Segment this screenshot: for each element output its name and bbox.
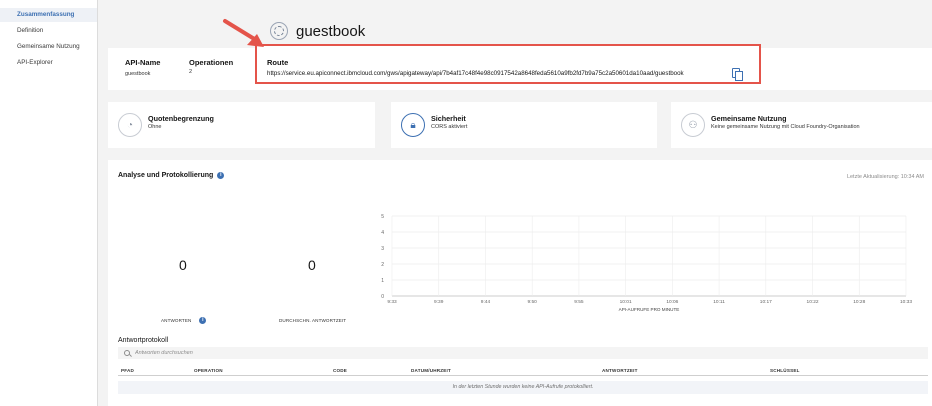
responses-label: ANTWORTEN [161,318,192,323]
x-tick-label: 10:17 [760,299,772,305]
log-empty-message: In der letzten Stunde wurden keine API-A… [118,381,928,394]
x-tick-label: 10:33 [900,299,912,305]
operations-label: Operationen [189,58,234,67]
lock-icon: 🔒︎ [401,113,425,137]
service-icon [270,22,288,40]
search-icon [124,350,130,356]
col-operation[interactable]: OPERATION [194,368,223,373]
x-tick-label: 9:33 [387,299,397,305]
analytics-title: Analyse und Protokollierung i [118,172,225,179]
x-tick-label: 10:11 [713,299,725,305]
last-update: Letzte Aktualisierung: 10:34 AM [846,174,924,180]
x-tick-label: 10:06 [666,299,678,305]
sidebar-item-zusammenfassung[interactable]: Zusammenfassung [17,11,74,18]
log-table-header: PFAD OPERATION CODE DATUM/UHRZEIT ANTWOR… [118,366,928,376]
y-tick-label: 2 [381,262,384,268]
copy-icon[interactable] [732,68,743,81]
api-name-label: API-Name [125,58,161,67]
api-calls-chart: 0 1 2 3 4 5 9:33 9:39 9:44 9:50 9:55 10:01 10:06 10:1… [381,214,912,312]
sidebar-item-gemeinsame-nutzung[interactable]: Gemeinsame Nutzung [17,43,80,50]
sharing-title: Gemeinsame Nutzung [711,114,787,123]
col-code[interactable]: CODE [333,368,347,373]
share-icon: ⚇ [681,113,705,137]
route-url: https://service.eu.apiconnect.ibmcloud.c… [267,70,684,77]
log-title: Antwortprotokoll [118,337,169,344]
route-highlight-box: Route https://service.eu.apiconnect.ibmc… [255,44,761,84]
quota-tile: ◔ Quotenbegrenzung Ohne [108,102,375,148]
y-tick-label: 4 [381,230,384,236]
log-search-input[interactable] [135,350,435,356]
y-tick-label: 5 [381,214,384,220]
log-search [118,347,928,359]
x-tick-label: 10:01 [620,299,632,305]
x-tick-label: 9:39 [434,299,444,305]
page-header: guestbook [270,22,365,40]
analytics-title-text: Analyse und Protokollierung [118,172,214,179]
sidebar-item-api-explorer[interactable]: API-Explorer [17,59,53,66]
y-tick-label: 0 [381,294,384,300]
x-tick-label: 9:55 [574,299,584,305]
avg-response-time-label: DURCHSCHN. ANTWORTZEIT [279,318,347,323]
sidebar: Zusammenfassung Definition Gemeinsame Nu… [0,0,98,406]
x-tick-label: 10:28 [853,299,865,305]
analytics-panel: Analyse und Protokollierung i Letzte Akt… [108,160,932,406]
x-axis-label: API-AUFRUFE PRO MINUTE [619,307,680,312]
y-tick-label: 1 [381,278,384,284]
sharing-value: Keine gemeinsame Nutzung mit Cloud Found… [711,124,860,130]
col-antwortzeit[interactable]: ANTWORTZEIT [602,368,638,373]
annotation-arrow-icon [223,19,264,47]
quota-icon: ◔ [118,113,142,137]
quota-title: Quotenbegrenzung [148,114,214,123]
avg-response-time: 0 [308,257,316,273]
col-datum-uhrzeit[interactable]: DATUM/UHRZEIT [411,368,451,373]
x-tick-label: 9:50 [528,299,538,305]
security-tile: 🔒︎ Sicherheit CORS aktiviert [391,102,657,148]
x-tick-label: 9:44 [481,299,491,305]
sidebar-item-definition[interactable]: Definition [17,27,43,34]
sharing-tile: ⚇ Gemeinsame Nutzung Keine gemeinsame Nu… [671,102,932,148]
security-title: Sicherheit [431,114,466,123]
api-name-value: guestbook [125,71,151,77]
responses-count: 0 [179,257,187,273]
info-icon[interactable]: i [217,172,225,179]
col-schluessel[interactable]: SCHLÜSSEL [770,368,800,373]
x-tick-label: 10:22 [807,299,819,305]
col-pfad[interactable]: PFAD [121,368,134,373]
responses-info-icon[interactable]: i [199,317,207,324]
responses-label-wrap: ANTWORTEN i [161,317,207,324]
route-label: Route [267,58,289,67]
quota-value: Ohne [148,124,162,130]
operations-value: 2 [189,69,193,75]
security-value: CORS aktiviert [431,124,468,130]
y-tick-label: 3 [381,246,384,252]
page-title: guestbook [296,22,366,40]
